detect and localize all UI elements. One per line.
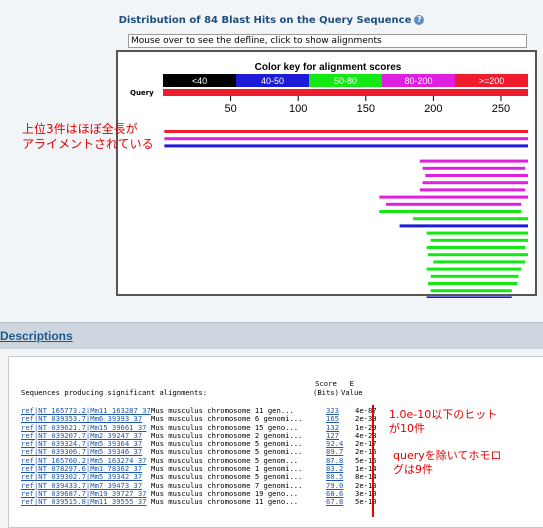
descriptions-section-bar: Descriptions bbox=[0, 322, 543, 349]
hit-bars bbox=[164, 130, 528, 298]
color-key-bin-label: 80-200 bbox=[404, 76, 432, 86]
hit-distribution-svg: Color key for alignment scores <40 40-50 5… bbox=[130, 62, 528, 298]
descriptions-title[interactable]: Descriptions bbox=[0, 329, 73, 343]
annotation-hits-line-1: 1.0e-10以下のヒット bbox=[389, 408, 498, 421]
hit-bar[interactable] bbox=[379, 210, 522, 213]
hit-bar[interactable] bbox=[386, 202, 522, 206]
axis-tick-label: 200 bbox=[424, 103, 442, 115]
hit-bar[interactable] bbox=[413, 217, 528, 221]
hit-bar[interactable] bbox=[433, 260, 526, 264]
hit-bar[interactable] bbox=[426, 296, 512, 298]
blast-hits-title-text: Distribution of 84 Blast Hits on the Que… bbox=[118, 15, 412, 26]
axis-tick-label: 100 bbox=[289, 103, 307, 115]
score-column-line-2: (Bits) bbox=[313, 388, 339, 397]
score-link[interactable]: 67.8 bbox=[326, 497, 343, 506]
hit-bar[interactable] bbox=[427, 282, 518, 285]
score-column-line-1: Score bbox=[315, 379, 337, 388]
hit-distribution-graphic[interactable]: Color key for alignment scores <40 40-50 5… bbox=[116, 50, 537, 298]
hit-bar[interactable] bbox=[164, 144, 528, 148]
evalue-column-line-1: E bbox=[349, 379, 354, 388]
query-bar bbox=[163, 89, 528, 96]
question-help-icon[interactable]: ? bbox=[414, 15, 425, 25]
evalue-column-line-2: Value bbox=[341, 388, 363, 397]
annotation-top-line-2: アライメントされている bbox=[22, 137, 154, 151]
color-key-bin-label: >=200 bbox=[479, 76, 505, 86]
accession-link[interactable]: ref|NT_039515.8|Mm11_39555_37 bbox=[21, 497, 147, 506]
annotation-top-hits: 上位3件はほぼ全長が アライメントされている bbox=[22, 122, 154, 152]
query-axis: 50 100 150 200 250 bbox=[224, 96, 510, 115]
axis-tick-label: 50 bbox=[224, 103, 236, 115]
hit-bar[interactable] bbox=[426, 246, 526, 249]
hit-bar[interactable] bbox=[426, 231, 528, 235]
color-key-title: Color key for alignment scores bbox=[255, 62, 402, 73]
query-label: Query bbox=[130, 89, 154, 97]
hit-bar[interactable] bbox=[425, 174, 528, 177]
hit-bar[interactable] bbox=[427, 253, 528, 257]
hit-description: Mus musculus chromosome 11 geno... bbox=[151, 497, 299, 507]
blast-hits-title: Distribution of 84 Blast Hits on the Que… bbox=[0, 15, 543, 26]
color-key-bin-label: 40-50 bbox=[261, 76, 284, 86]
evalue-column-header: E Value bbox=[341, 379, 363, 397]
defline-display[interactable]: Mouse over to see the defline, click to … bbox=[128, 34, 527, 48]
annotation-hits-line-2: が10件 bbox=[389, 422, 425, 435]
hit-bar[interactable] bbox=[422, 166, 526, 170]
hit-bar[interactable] bbox=[430, 289, 512, 293]
color-key-bin-label: <40 bbox=[192, 76, 207, 86]
hit-bar[interactable] bbox=[164, 137, 528, 141]
hit-bar[interactable] bbox=[422, 181, 528, 185]
significant-alignments-header: Sequences producing significant alignmen… bbox=[21, 388, 208, 397]
annotation-homolog-count: queryを除いてホモロ グは9件 bbox=[393, 449, 503, 477]
annotation-homolog-line-2: グは9件 bbox=[393, 463, 433, 476]
hit-bar[interactable] bbox=[379, 195, 528, 199]
annotation-red-marker bbox=[372, 405, 374, 517]
score-column-header: Score (Bits) bbox=[313, 379, 339, 397]
annotation-top-line-1: 上位3件はほぼ全長が bbox=[22, 122, 138, 136]
annotation-homolog-line-1: queryを除いてホモロ bbox=[393, 449, 502, 462]
hit-bar[interactable] bbox=[430, 274, 519, 278]
axis-tick-label: 150 bbox=[357, 103, 375, 115]
hit-bar[interactable] bbox=[399, 224, 528, 228]
color-key-bin-label: 50-80 bbox=[334, 76, 357, 86]
hit-bar[interactable] bbox=[430, 238, 528, 242]
hit-bar[interactable] bbox=[419, 159, 528, 163]
hit-bar[interactable] bbox=[419, 188, 526, 192]
axis-tick-label: 250 bbox=[492, 103, 510, 115]
hit-bar[interactable] bbox=[164, 130, 528, 133]
color-key-bins: <40 40-50 50-80 80-200 >=200 bbox=[163, 74, 528, 87]
hit-bar[interactable] bbox=[426, 267, 522, 271]
results-panel: Score (Bits) E Value Sequences producing… bbox=[8, 356, 543, 528]
annotation-hit-count: 1.0e-10以下のヒット が10件 bbox=[389, 408, 497, 436]
